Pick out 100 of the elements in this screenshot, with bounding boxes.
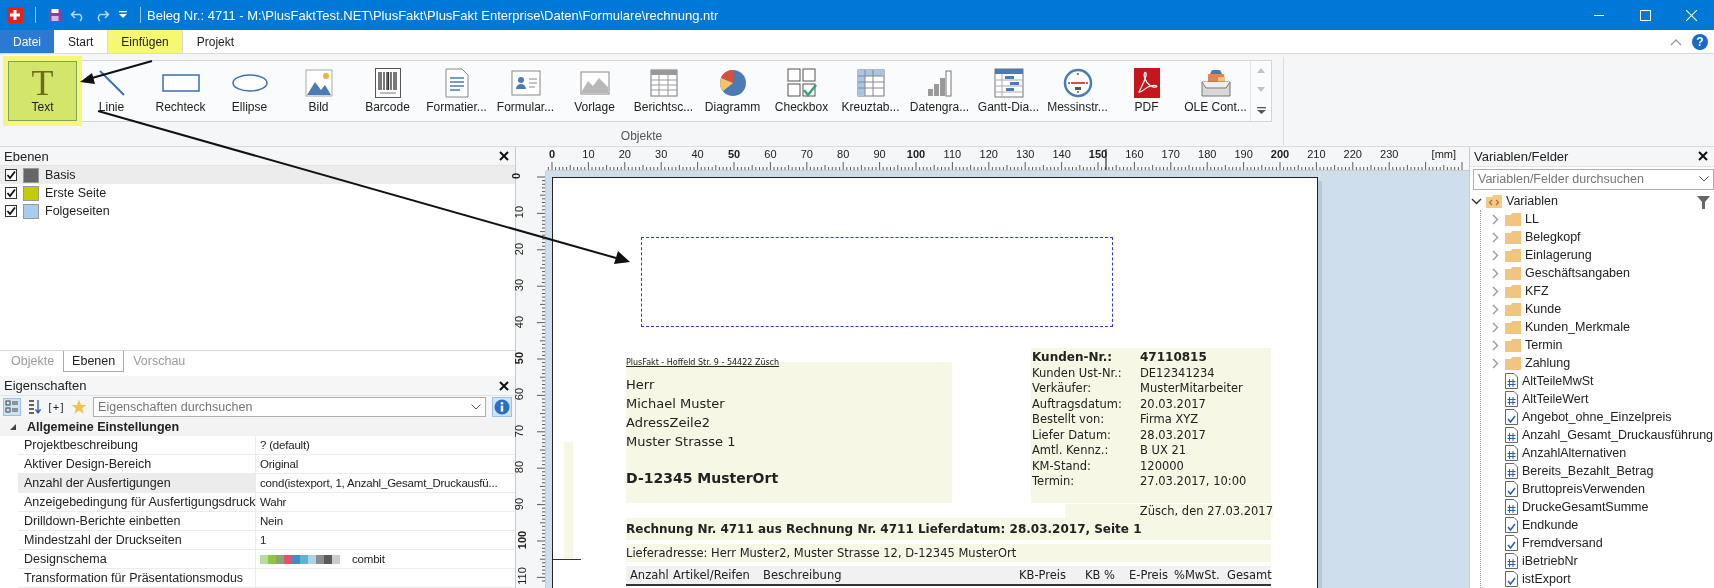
tree-item[interactable]: AltTeileMwSt [1522, 374, 1594, 388]
gallery-expand-icon[interactable] [1256, 106, 1266, 114]
info-value: B UX 21 [1140, 443, 1188, 459]
tree-item[interactable]: LL [1525, 212, 1539, 226]
insert-tool-button[interactable]: OLE Cont... [1181, 61, 1250, 121]
star-icon[interactable] [71, 399, 88, 415]
ruler-label: 60 [513, 388, 526, 401]
insert-tool-button[interactable]: Formatier... [422, 61, 491, 121]
tree-item[interactable]: AltTeileWert [1522, 392, 1589, 406]
tree-item[interactable]: Variablen [1506, 194, 1558, 208]
save-icon[interactable] [48, 8, 62, 22]
insert-tool-button[interactable]: Berichtsc... [629, 61, 698, 121]
insert-tool-button[interactable]: Messinstr... [1043, 61, 1112, 121]
address-line: Michael Muster [626, 395, 726, 413]
insert-tool-button[interactable]: Datengra... [905, 61, 974, 121]
tree-item[interactable]: Endkunde [1522, 518, 1579, 532]
tree-item[interactable]: iBetriebNr [1522, 554, 1578, 568]
pie-chart-icon [717, 68, 748, 98]
package-icon [1199, 68, 1232, 98]
close-button[interactable] [499, 151, 509, 162]
property-name[interactable]: Transformation für Präsentationsmodus [18, 569, 256, 587]
tree-item[interactable]: Geschäftsangaben [1525, 266, 1630, 280]
search-combo-box[interactable]: Eigenschaften durchsuchen [93, 397, 486, 417]
tree-item[interactable]: Termin [1525, 338, 1563, 352]
tree-item[interactable]: Bereits_Bezahlt_Betrag [1522, 464, 1654, 478]
scroll-up-icon[interactable] [1257, 68, 1265, 74]
property-name[interactable]: Anzahl der Ausfertigungen [18, 474, 256, 492]
tree-item[interactable]: KFZ [1525, 284, 1549, 298]
search-field[interactable]: Variablen/Felder durchsuchen [1478, 172, 1699, 187]
tree-item[interactable]: Belegkopf [1525, 230, 1581, 244]
dropdown-caret-icon[interactable] [118, 10, 128, 20]
property-group-label: Allgemeine Einstellungen [27, 420, 180, 434]
tree-item[interactable]: BruttopreisVerwenden [1522, 482, 1645, 496]
property-name[interactable]: Mindestzahl der Druckseiten [18, 531, 256, 549]
sort-icon[interactable] [27, 399, 41, 415]
checkmark-field-icon [1505, 409, 1518, 425]
folder-icon [1505, 230, 1521, 244]
property-name[interactable]: Projektbeschreibung [18, 436, 256, 454]
panel-title: Variablen/Felder [1474, 148, 1569, 164]
ruler-label: 90 [873, 148, 886, 160]
folder-icon [1505, 302, 1521, 316]
insert-tool-button[interactable]: PDF [1112, 61, 1181, 121]
info-value: 120000 [1140, 458, 1185, 474]
property-name[interactable]: Anzeigebedingung für Ausfertigungsdruck [18, 493, 256, 511]
insert-tool-button[interactable]: Rechteck [146, 61, 215, 121]
app-icon [7, 7, 23, 23]
grid-table-icon [856, 69, 885, 97]
search-field[interactable]: Eigenschaften durchsuchen [98, 400, 471, 414]
property-name[interactable]: Drilldown-Berichte einbetten [18, 512, 256, 530]
property-name[interactable]: Designschema [18, 550, 256, 568]
insert-tool-button[interactable]: Formular... [491, 61, 560, 121]
close-button[interactable] [499, 380, 509, 391]
insert-tool-button[interactable]: Bild [284, 61, 353, 121]
layer-item[interactable]: Erste Seite [0, 184, 515, 203]
file-menu-tab[interactable]: Datei [0, 30, 54, 53]
maximize-icon [1639, 9, 1651, 21]
tree-item[interactable]: Anzahl_Gesamt_Druckausführung [1522, 428, 1714, 442]
layer-item[interactable]: Folgeseiten [0, 202, 515, 221]
insert-tool-button[interactable]: Checkbox [767, 61, 836, 121]
categorized-view-icon[interactable] [3, 398, 21, 416]
filter-icon[interactable] [1697, 196, 1710, 209]
ruler-label: 20 [513, 242, 526, 255]
ribbon-tab[interactable]: Einfügen [107, 30, 183, 53]
tree-item[interactable]: Einlagerung [1525, 248, 1592, 262]
ruler-label: 230 [1380, 148, 1399, 160]
ruler-unit-label: [mm] [1431, 148, 1456, 160]
property-name[interactable]: Aktiver Design-Bereich [18, 455, 256, 473]
insert-tool-button[interactable]: Vorlage [560, 61, 629, 121]
tree-item[interactable]: Kunden_Merkmale [1525, 320, 1630, 334]
tree-item[interactable]: DruckeGesamtSumme [1522, 500, 1649, 514]
insert-tool-button[interactable]: Diagramm [698, 61, 767, 121]
layer-checkbox[interactable] [5, 187, 17, 200]
insert-tool-button[interactable]: Ellipse [215, 61, 284, 121]
ruler-label: 170 [1161, 148, 1180, 160]
collapse-triangle-icon[interactable] [9, 423, 17, 431]
layer-checkbox[interactable] [5, 169, 17, 182]
collapse-ribbon-icon[interactable] [1670, 37, 1682, 46]
layer-checkbox[interactable] [5, 205, 17, 218]
insert-tool-button[interactable]: Barcode [353, 61, 422, 121]
tree-item[interactable]: Fremdversand [1522, 536, 1603, 550]
insert-tool-button[interactable]: Linie [77, 61, 146, 121]
info-value: MusterMitarbeiter [1140, 381, 1244, 397]
help-button[interactable]: ? [1692, 33, 1708, 50]
search-combo-box[interactable]: Variablen/Felder durchsuchen [1473, 168, 1714, 190]
tree-item[interactable]: istExport [1522, 572, 1571, 586]
tree-item[interactable]: Kunde [1525, 302, 1562, 316]
landscape-chart-icon [579, 71, 610, 95]
ruler-label: 80 [513, 461, 526, 474]
info-button[interactable] [492, 397, 512, 417]
panel-tab[interactable]: Ebenen [63, 350, 125, 372]
chevron-down-icon [1699, 176, 1709, 183]
tree-item[interactable]: Zahlung [1525, 356, 1571, 370]
close-button[interactable] [1698, 151, 1708, 162]
insert-tool-button[interactable]: Gantt-Dia... [974, 61, 1043, 121]
insert-tool-button[interactable]: Kreuztab... [836, 61, 905, 121]
ruler-label: 200 [1270, 148, 1290, 160]
expand-all-button[interactable]: [+] [47, 401, 66, 413]
scroll-down-icon[interactable] [1257, 87, 1265, 93]
tree-item[interactable]: AnzahlAlternativen [1522, 446, 1627, 460]
tree-item[interactable]: Angebot_ohne_Einzelpreis [1522, 410, 1672, 424]
